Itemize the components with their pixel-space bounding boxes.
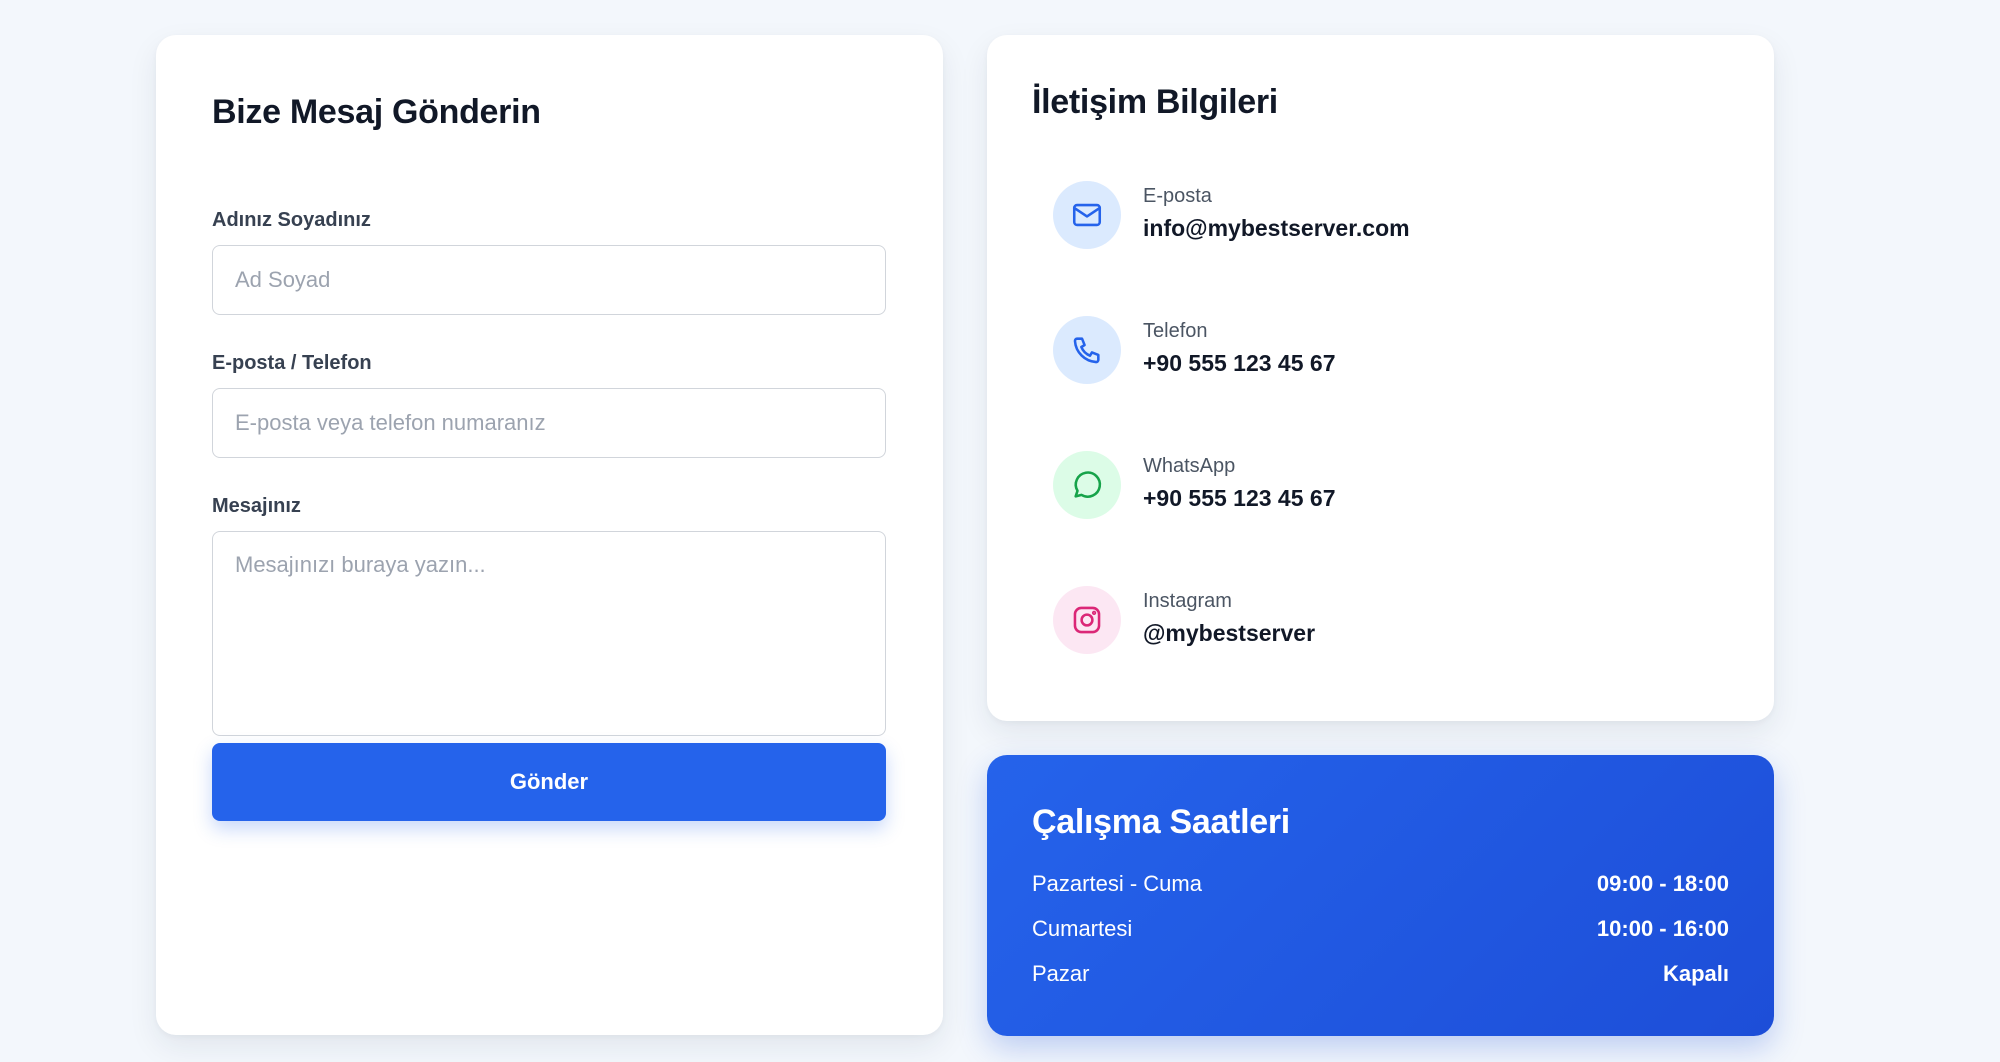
message-textarea[interactable] <box>212 531 886 736</box>
hours-time: 10:00 - 16:00 <box>1596 916 1729 941</box>
contact-title: İletişim Bilgileri <box>1032 83 1278 121</box>
phone-icon <box>1053 316 1121 384</box>
contact-item-instagram: Instagram @mybestserver <box>1053 586 1733 656</box>
hours-time: 09:00 - 18:00 <box>1596 871 1729 896</box>
hours-row-saturday: Cumartesi 10:00 - 16:00 <box>1032 916 1729 946</box>
contact-value-phone[interactable]: +90 555 123 45 67 <box>1143 350 1336 377</box>
hours-day: Cumartesi <box>1032 916 1133 941</box>
message-label: Mesajınız <box>212 495 301 517</box>
contact-label: E-posta / Telefon <box>212 352 372 374</box>
whatsapp-icon <box>1053 451 1121 519</box>
message-form-card: Bize Mesaj Gönderin Adınız Soyadınız E-p… <box>156 35 943 1035</box>
submit-button[interactable]: Gönder <box>212 743 886 821</box>
contact-item-phone: Telefon +90 555 123 45 67 <box>1053 316 1733 386</box>
contact-label-whatsapp: WhatsApp <box>1143 455 1236 477</box>
contact-value-whatsapp[interactable]: +90 555 123 45 67 <box>1143 485 1336 512</box>
instagram-icon <box>1053 586 1121 654</box>
hours-time: Kapalı <box>1662 961 1729 986</box>
contact-value-email[interactable]: info@mybestserver.com <box>1143 215 1410 242</box>
hours-day: Pazartesi - Cuma <box>1032 871 1202 896</box>
contact-value-instagram[interactable]: @mybestserver <box>1143 620 1315 647</box>
contact-item-email: E-posta info@mybestserver.com <box>1053 181 1733 251</box>
hours-row-sunday: Pazar Kapalı <box>1032 961 1729 991</box>
hours-row-weekdays: Pazartesi - Cuma 09:00 - 18:00 <box>1032 871 1729 901</box>
working-hours-card: Çalışma Saatleri Pazartesi - Cuma 09:00 … <box>987 755 1774 1036</box>
name-input[interactable] <box>212 245 886 315</box>
email-phone-input[interactable] <box>212 388 886 458</box>
contact-info-card: İletişim Bilgileri E-posta info@mybestse… <box>987 35 1774 721</box>
contact-label-email: E-posta <box>1143 185 1212 207</box>
name-label: Adınız Soyadınız <box>212 209 371 231</box>
contact-item-whatsapp: WhatsApp +90 555 123 45 67 <box>1053 451 1733 521</box>
hours-day: Pazar <box>1032 961 1090 986</box>
hours-title: Çalışma Saatleri <box>1032 803 1290 841</box>
mail-icon <box>1053 181 1121 249</box>
contact-label-instagram: Instagram <box>1143 590 1232 612</box>
form-title: Bize Mesaj Gönderin <box>212 93 541 131</box>
contact-label-phone: Telefon <box>1143 320 1208 342</box>
